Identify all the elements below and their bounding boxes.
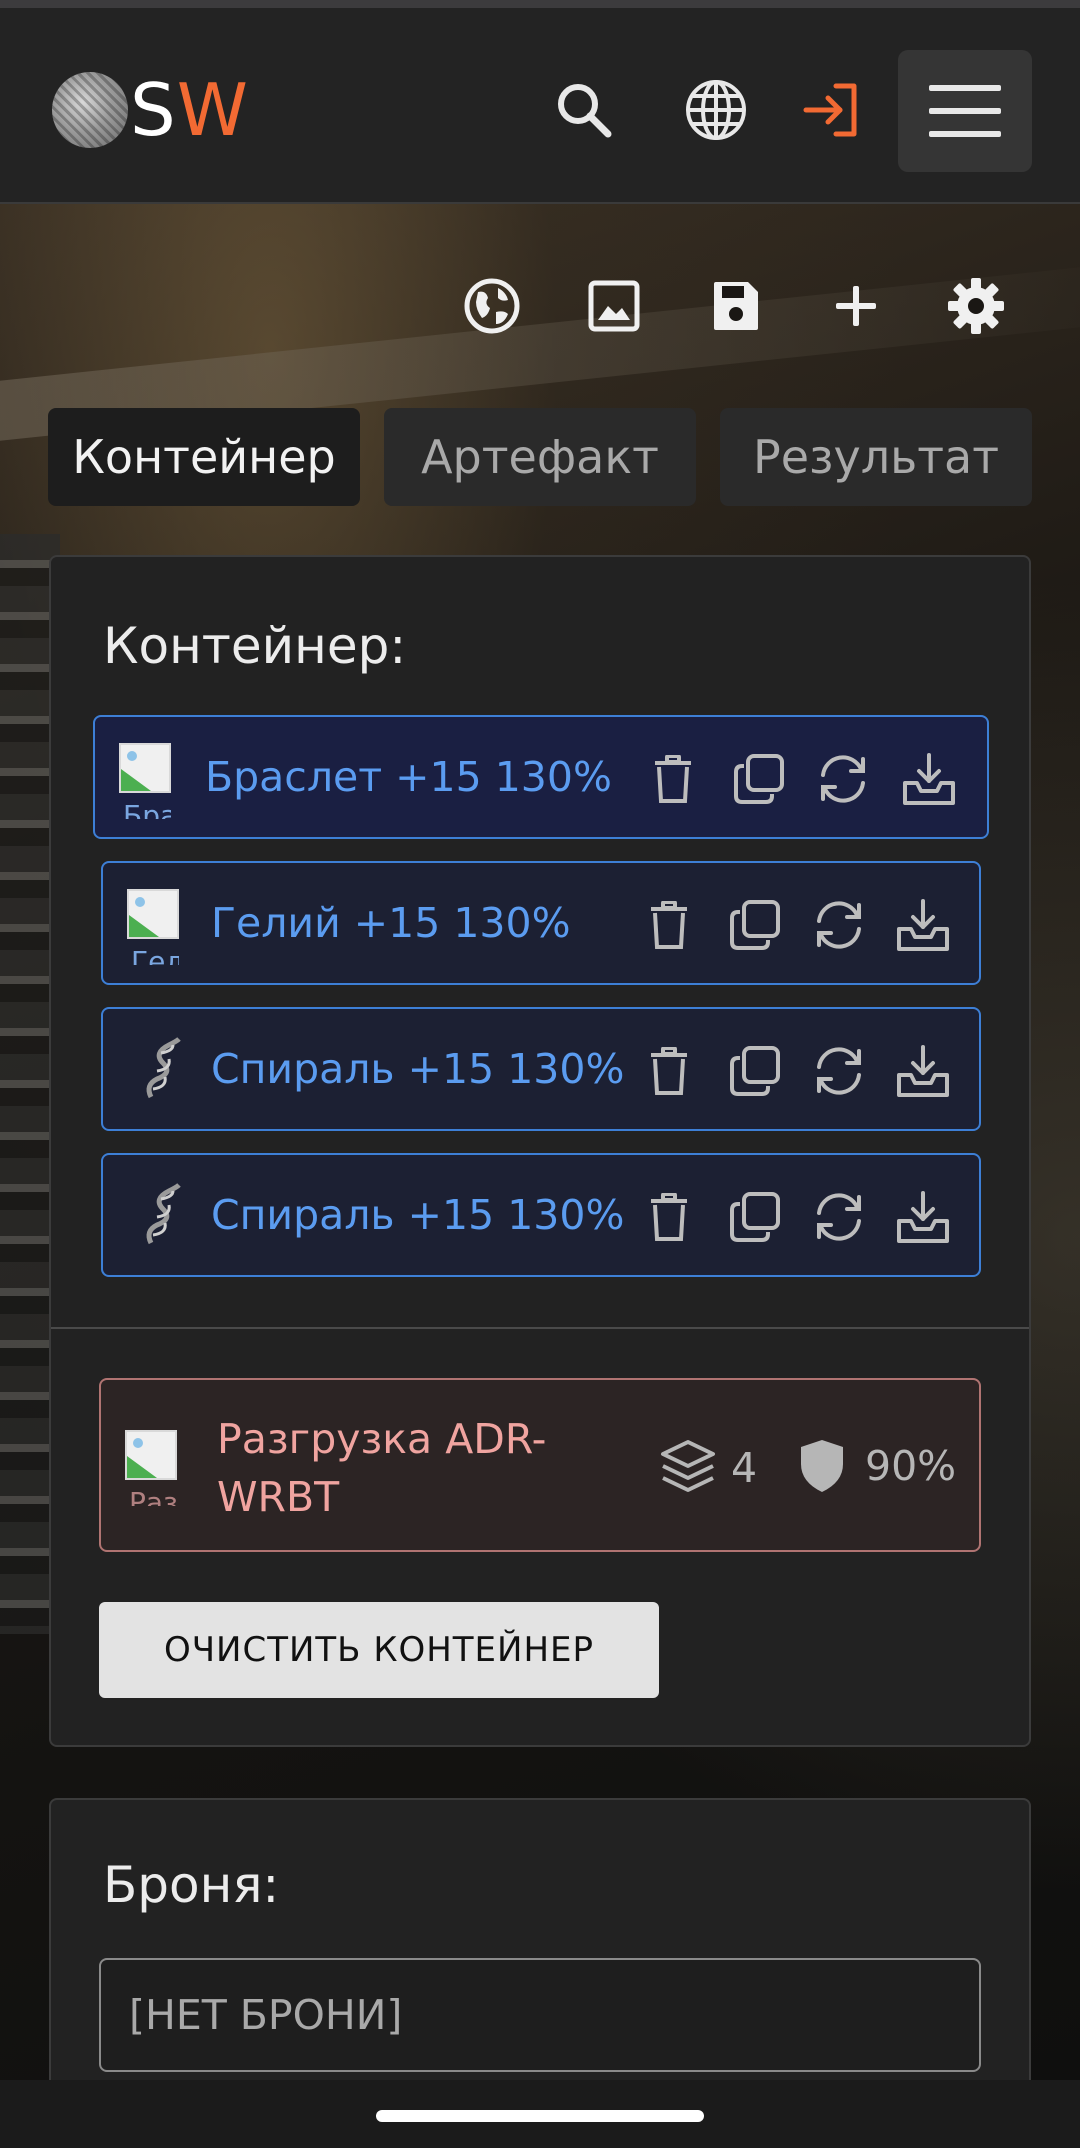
- item-image: Раз: [125, 1430, 177, 1506]
- app-header: SW: [0, 8, 1080, 204]
- status-bar-edge: [0, 0, 1080, 8]
- broken-image-icon: [119, 743, 171, 793]
- tab-container[interactable]: Контейнер: [48, 408, 360, 506]
- trash-icon[interactable]: [637, 893, 701, 957]
- search-icon[interactable]: [546, 72, 622, 148]
- slots-stat: 4: [659, 1438, 757, 1498]
- world-map-icon[interactable]: [456, 270, 528, 342]
- item-label: Гелий +15 130%: [211, 899, 571, 947]
- logo-letter-s: S: [130, 68, 177, 152]
- plus-icon[interactable]: [820, 270, 892, 342]
- download-icon[interactable]: [891, 1185, 955, 1249]
- download-icon[interactable]: [891, 1039, 955, 1103]
- logo-text: SW: [130, 74, 249, 146]
- spiral-icon: [143, 1037, 195, 1113]
- refresh-icon[interactable]: [807, 1185, 871, 1249]
- shield-icon: [801, 1440, 843, 1492]
- tab-result[interactable]: Результат: [720, 408, 1032, 506]
- gear-icon[interactable]: [940, 270, 1012, 342]
- container-panel: Контейнер: Бра Браслет +15 130% Гел Гели…: [49, 555, 1031, 1747]
- logo-globe-icon: [52, 72, 128, 148]
- refresh-icon[interactable]: [811, 747, 875, 811]
- copy-icon[interactable]: [723, 1185, 787, 1249]
- container-title: Контейнер:: [103, 617, 407, 675]
- clear-container-button[interactable]: ОЧИСТИТЬ КОНТЕЙНЕР: [99, 1602, 659, 1698]
- item-label: Спираль +15 130%: [211, 1045, 625, 1093]
- list-item[interactable]: Спираль +15 130%: [101, 1153, 981, 1277]
- logo-letter-w: W: [176, 68, 249, 152]
- protection-stat: 90%: [799, 1438, 956, 1494]
- item-image-alt: Бра: [123, 799, 171, 819]
- copy-icon[interactable]: [723, 1039, 787, 1103]
- download-icon[interactable]: [891, 893, 955, 957]
- armor-panel: Броня: [НЕТ БРОНИ]: [49, 1798, 1031, 2088]
- armor-select[interactable]: [НЕТ БРОНИ]: [99, 1958, 981, 2072]
- copy-icon[interactable]: [723, 893, 787, 957]
- tab-artifact[interactable]: Артефакт: [384, 408, 696, 506]
- list-item[interactable]: Бра Браслет +15 130%: [93, 715, 989, 839]
- protection-value: 90%: [865, 1442, 957, 1490]
- list-item[interactable]: Спираль +15 130%: [101, 1007, 981, 1131]
- item-label: Спираль +15 130%: [211, 1191, 625, 1239]
- site-logo[interactable]: SW: [52, 72, 249, 148]
- trash-icon[interactable]: [637, 1039, 701, 1103]
- item-image-alt: Раз: [129, 1486, 177, 1506]
- broken-image-icon: [127, 889, 179, 939]
- save-icon[interactable]: [700, 270, 772, 342]
- broken-image-icon: [125, 1430, 177, 1480]
- image-icon[interactable]: [578, 270, 650, 342]
- refresh-icon[interactable]: [807, 1039, 871, 1103]
- item-label: Браслет +15 130%: [205, 753, 612, 801]
- equipped-item-name: Разгрузка ADR-WRBT: [217, 1415, 547, 1521]
- login-icon[interactable]: [794, 72, 870, 148]
- slots-count: 4: [731, 1444, 758, 1492]
- item-image-alt: Гел: [131, 945, 179, 965]
- trash-icon[interactable]: [637, 1185, 701, 1249]
- menu-icon: [929, 85, 1001, 137]
- section-divider: [51, 1327, 1029, 1329]
- trash-icon[interactable]: [641, 747, 705, 811]
- armor-title: Броня:: [103, 1856, 280, 1914]
- spiral-icon: [143, 1183, 195, 1259]
- globe-icon[interactable]: [678, 72, 754, 148]
- item-image: Гел: [127, 889, 179, 965]
- system-nav-bar: [0, 2080, 1080, 2148]
- layers-icon: [661, 1440, 715, 1492]
- item-image: Бра: [119, 743, 171, 819]
- equipped-item[interactable]: Раз Разгрузка ADR-WRBT 4 90%: [99, 1378, 981, 1552]
- home-indicator[interactable]: [376, 2110, 704, 2122]
- download-icon[interactable]: [897, 747, 961, 811]
- list-item[interactable]: Гел Гелий +15 130%: [101, 861, 981, 985]
- menu-button[interactable]: [898, 50, 1032, 172]
- refresh-icon[interactable]: [807, 893, 871, 957]
- copy-icon[interactable]: [727, 747, 791, 811]
